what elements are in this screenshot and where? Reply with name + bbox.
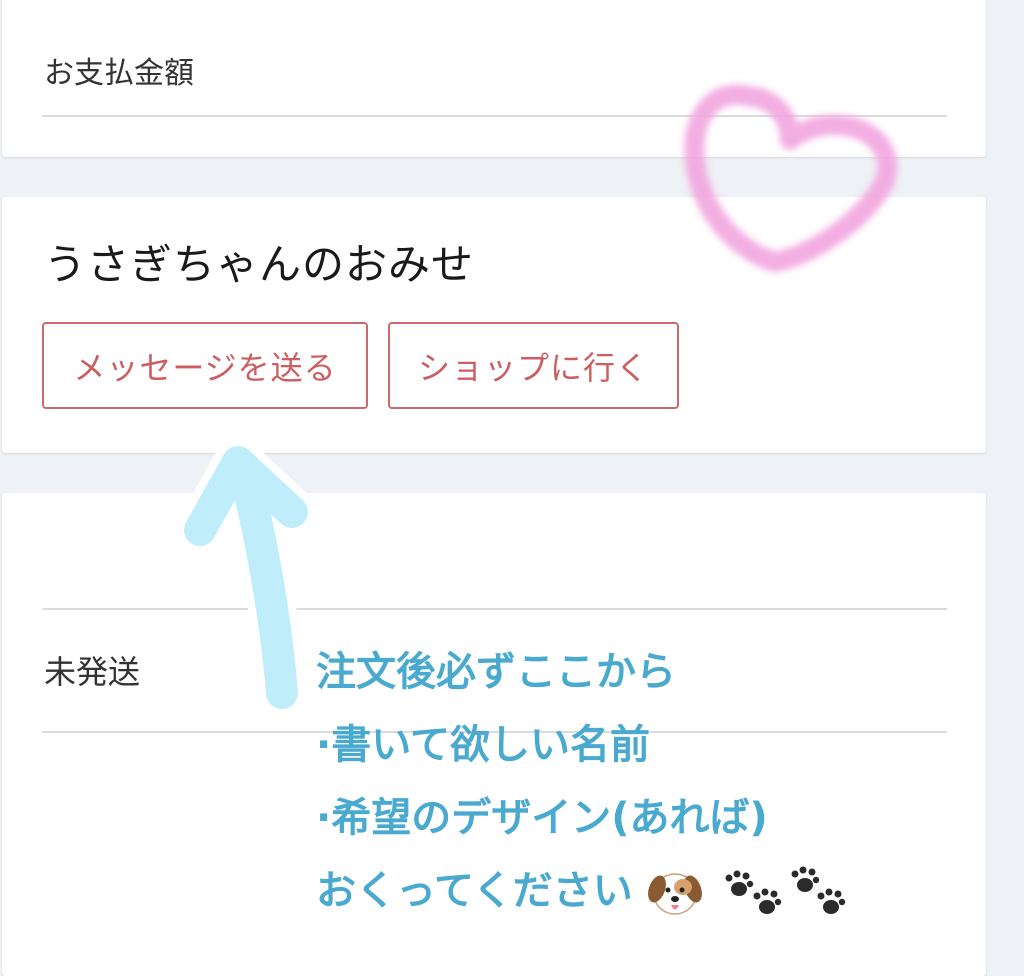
status-divider-top: [42, 608, 947, 610]
shop-card: うさぎちゃんのおみせ メッセージを送る ショップに行く: [2, 197, 986, 453]
send-message-button[interactable]: メッセージを送る: [42, 322, 368, 409]
order-instruction-annotation: 注文後必ずここから ·書いて欲しい名前 ·希望のデザイン(あれば) おくってくだ…: [316, 636, 847, 928]
payment-divider: [42, 115, 947, 117]
annotation-line-4: おくってください: [316, 868, 633, 914]
go-to-shop-button[interactable]: ショップに行く: [388, 322, 679, 409]
annotation-line-2: ·書いて欲しい名前: [316, 722, 650, 768]
dog-face-emoji: [647, 867, 703, 919]
shop-name: うさぎちゃんのおみせ: [44, 240, 475, 289]
paw-prints-emoji: [717, 863, 847, 923]
payment-card: お支払金額: [2, 0, 986, 157]
annotation-line-3: ·希望のデザイン(あれば): [316, 795, 768, 841]
annotation-line-1: 注文後必ずここから: [316, 649, 676, 695]
payment-amount-label: お支払金額: [44, 56, 194, 91]
shipping-status-label: 未発送: [44, 653, 141, 691]
